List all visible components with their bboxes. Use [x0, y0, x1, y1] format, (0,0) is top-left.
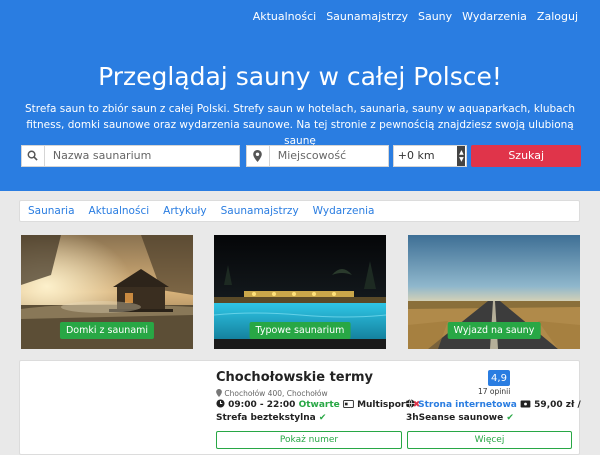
listing-address-text: Chochołów 400, Chochołów: [224, 389, 328, 398]
listing-address: Chochołów 400, Chochołów: [216, 389, 328, 398]
reviews-count[interactable]: 17 opinii: [478, 387, 510, 396]
hero-description: Strefa saun to zbiór saun z całej Polski…: [24, 103, 576, 147]
category-navigation: Saunaria Aktualności Artykuły Saunamajst…: [19, 200, 580, 222]
typical-sauna-button[interactable]: Typowe saunarium: [249, 322, 351, 339]
show-number-button[interactable]: Pokaż numer: [216, 431, 402, 449]
category-card-cabins[interactable]: Domki z saunami: [21, 235, 193, 349]
open-status: Otwarte: [298, 400, 340, 410]
clock-icon: [216, 399, 228, 410]
sauna-name-input[interactable]: [43, 144, 240, 167]
top-navigation: Aktualności Saunamajstrzy Sauny Wydarzen…: [253, 10, 578, 23]
chevron-down-icon: ▲ ▼: [457, 145, 466, 166]
trip-button[interactable]: Wyjazd na sauny: [447, 322, 541, 339]
subnav-item-saunamajstrzy[interactable]: Saunamajstrzy: [221, 205, 299, 217]
check-icon: ✔: [318, 413, 327, 423]
location-pin-icon: [245, 144, 269, 167]
rating-badge: 4,9: [488, 370, 510, 386]
subnav-item-artykuly[interactable]: Artykuły: [163, 205, 206, 217]
topnav-item-wydarzenia[interactable]: Wydarzenia: [462, 10, 527, 23]
subnav-item-saunaria[interactable]: Saunaria: [28, 205, 75, 217]
globe-icon: [406, 399, 418, 410]
hero-section: Aktualności Saunamajstrzy Sauny Wydarzen…: [0, 0, 600, 191]
website-link[interactable]: Strona internetowa: [418, 400, 517, 410]
subnav-item-aktualnosci[interactable]: Aktualności: [89, 205, 150, 217]
search-button[interactable]: Szukaj: [471, 144, 581, 167]
distance-select[interactable]: +0 km ▲ ▼: [392, 144, 468, 167]
sessions-label: 3hSeanse saunowe: [406, 413, 504, 423]
city-input[interactable]: [268, 144, 389, 167]
price-label: 59,00 zł /: [534, 400, 581, 410]
check-icon: ✔: [506, 413, 514, 423]
category-card-trip[interactable]: Wyjazd na sauny: [408, 235, 580, 349]
listing-title[interactable]: Chochołowskie termy: [216, 370, 373, 385]
listing-details-row-1-right: Strona internetowa 59,00 zł /: [406, 399, 581, 410]
category-card-typical-sauna[interactable]: Typowe saunarium: [214, 235, 386, 349]
card-icon: [343, 400, 357, 410]
more-button[interactable]: Więcej: [407, 431, 572, 449]
opening-hours: 09:00 - 22:00: [228, 400, 296, 410]
listing-details-row-2-right: 3hSeanse saunowe ✔: [406, 413, 514, 423]
topnav-item-saunamajstrzy[interactable]: Saunamajstrzy: [326, 10, 408, 23]
multisport-label: Multisport: [357, 400, 410, 410]
ticket-icon: [520, 400, 534, 410]
cabins-button[interactable]: Domki z saunami: [59, 322, 155, 339]
listing-details-row-2: Strefa beztekstylna ✔: [216, 413, 326, 423]
subnav-item-wydarzenia[interactable]: Wydarzenia: [313, 205, 375, 217]
hero-title: Przeglądaj sauny w całej Polsce!: [98, 62, 502, 91]
distance-value: +0 km: [397, 149, 435, 162]
textile-free-label: Strefa beztekstylna: [216, 413, 316, 423]
topnav-item-aktualnosci[interactable]: Aktualności: [253, 10, 317, 23]
topnav-item-zaloguj[interactable]: Zaloguj: [537, 10, 578, 23]
listing-details-row-1: 09:00 - 22:00 Otwarte Multisport ✖: [216, 399, 420, 410]
search-icon: [21, 144, 44, 167]
sauna-listing-card: Chochołowskie termy Chochołów 400, Choch…: [19, 360, 581, 455]
search-bar: +0 km ▲▼ Szukaj: [21, 143, 581, 168]
topnav-item-sauny[interactable]: Sauny: [418, 10, 452, 23]
